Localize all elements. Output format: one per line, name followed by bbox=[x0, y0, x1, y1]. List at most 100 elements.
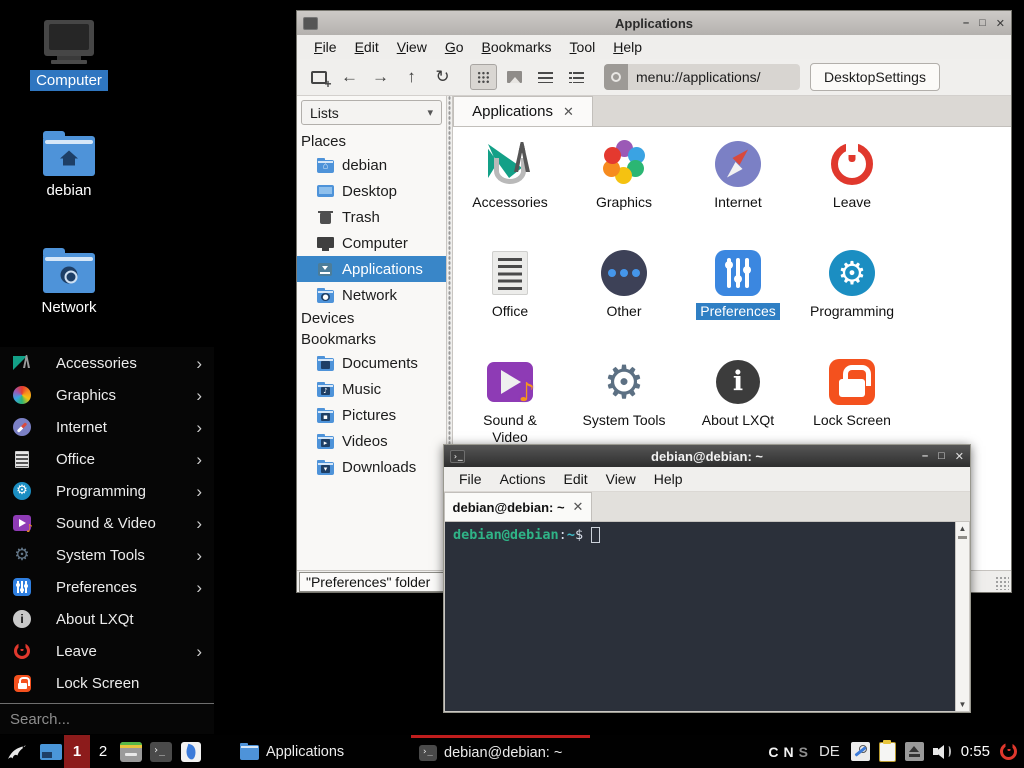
quicklaunch-file-manager[interactable] bbox=[116, 735, 146, 768]
numlock-indicator[interactable]: N bbox=[783, 744, 793, 760]
menu-search-input[interactable]: Search... bbox=[0, 704, 214, 734]
terminal-scrollbar[interactable]: ▲ ▼ bbox=[955, 522, 969, 711]
menu-item-programming[interactable]: ⚙ Programming › bbox=[0, 475, 214, 507]
sidebar-item-documents[interactable]: Documents bbox=[297, 350, 446, 376]
scrollbar-thumb[interactable] bbox=[958, 536, 967, 539]
menu-help[interactable]: Help bbox=[645, 471, 692, 487]
app-item-leave[interactable]: Leave bbox=[795, 136, 909, 245]
quicklaunch-featherpad[interactable] bbox=[176, 735, 206, 768]
menu-item-lock-screen[interactable]: Lock Screen bbox=[0, 667, 214, 699]
up-button[interactable]: ↑ bbox=[398, 64, 425, 90]
icon-view-button[interactable] bbox=[470, 64, 497, 90]
menu-go[interactable]: Go bbox=[436, 39, 473, 55]
terminal-titlebar[interactable]: ›_ debian@debian: ~ – □ ✕ bbox=[444, 445, 970, 467]
menu-edit[interactable]: Edit bbox=[346, 39, 388, 55]
clock[interactable]: 0:55 bbox=[961, 743, 990, 760]
detailed-view-button[interactable] bbox=[563, 64, 590, 90]
terminal-screen[interactable]: debian@debian:~$ ▲ ▼ bbox=[444, 522, 970, 712]
menu-actions[interactable]: Actions bbox=[491, 471, 555, 487]
minimize-button[interactable]: – bbox=[922, 450, 928, 463]
app-item-other[interactable]: Other bbox=[567, 245, 681, 354]
app-item-graphics[interactable]: Graphics bbox=[567, 136, 681, 245]
sidebar-item-trash[interactable]: Trash bbox=[297, 204, 446, 230]
screenshot-tray-icon[interactable] bbox=[851, 742, 870, 761]
app-item-office[interactable]: Office bbox=[453, 245, 567, 354]
menu-view[interactable]: View bbox=[597, 471, 645, 487]
desktop-icon-computer[interactable]: Computer bbox=[19, 20, 119, 91]
path-completion-item[interactable]: DesktopSettings bbox=[810, 63, 940, 91]
workspace-1-button[interactable]: 1 bbox=[64, 735, 90, 768]
app-item-accessories[interactable]: Accessories bbox=[453, 136, 567, 245]
scroll-up-icon[interactable]: ▲ bbox=[957, 524, 968, 533]
menu-file[interactable]: File bbox=[305, 39, 346, 55]
desktop-icon-debian[interactable]: debian bbox=[19, 136, 119, 201]
show-desktop-button[interactable] bbox=[38, 735, 64, 768]
back-button[interactable]: ← bbox=[336, 64, 363, 90]
menu-item-system-tools[interactable]: ⚙ System Tools › bbox=[0, 539, 214, 571]
programming-icon: ⚙ bbox=[12, 481, 32, 501]
new-tab-button[interactable] bbox=[305, 64, 332, 90]
menu-edit[interactable]: Edit bbox=[554, 471, 596, 487]
menu-item-internet[interactable]: Internet › bbox=[0, 411, 214, 443]
maximize-button[interactable]: □ bbox=[938, 450, 945, 463]
workspace-2-button[interactable]: 2 bbox=[90, 735, 116, 768]
quicklaunch-terminal[interactable]: ›_ bbox=[146, 735, 176, 768]
sidebar-item-videos[interactable]: ▸ Videos bbox=[297, 428, 446, 454]
sidebar-item-applications[interactable]: Applications bbox=[297, 256, 446, 282]
tab-applications[interactable]: Applications ✕ bbox=[453, 96, 593, 126]
app-item-preferences[interactable]: Preferences bbox=[681, 245, 795, 354]
maximize-button[interactable]: □ bbox=[979, 17, 986, 30]
menu-view[interactable]: View bbox=[388, 39, 436, 55]
sidebar-item-music[interactable]: ♪ Music bbox=[297, 376, 446, 402]
shutdown-button[interactable] bbox=[999, 742, 1018, 761]
resize-grip[interactable] bbox=[995, 576, 1009, 590]
menu-file[interactable]: File bbox=[450, 471, 491, 487]
menu-bookmarks[interactable]: Bookmarks bbox=[473, 39, 561, 55]
path-bar[interactable]: menu://applications/ bbox=[604, 64, 800, 90]
volume-icon[interactable] bbox=[933, 744, 952, 760]
menu-tool[interactable]: Tool bbox=[561, 39, 605, 55]
menu-help[interactable]: Help bbox=[604, 39, 651, 55]
scrolllock-indicator[interactable]: S bbox=[799, 744, 808, 760]
close-button[interactable]: ✕ bbox=[996, 17, 1005, 30]
window-title: Applications bbox=[297, 16, 1011, 31]
desktop-icon-network[interactable]: Network bbox=[19, 253, 119, 318]
menu-item-sound-video[interactable]: Sound & Video › bbox=[0, 507, 214, 539]
forward-button[interactable]: → bbox=[367, 64, 394, 90]
task-button-terminal[interactable]: ›_ debian@debian: ~ bbox=[411, 735, 590, 768]
tab-close-icon[interactable]: ✕ bbox=[563, 104, 574, 120]
menu-item-about-lxqt[interactable]: i About LXQt bbox=[0, 603, 214, 635]
menu-item-office[interactable]: Office › bbox=[0, 443, 214, 475]
app-item-programming[interactable]: ⚙ Programming bbox=[795, 245, 909, 354]
compact-view-button[interactable] bbox=[532, 64, 559, 90]
terminal-tab[interactable]: debian@debian: ~ ✕ bbox=[444, 492, 592, 521]
path-input[interactable]: menu://applications/ bbox=[628, 69, 769, 85]
tab-close-icon[interactable]: ✕ bbox=[573, 499, 584, 515]
close-button[interactable]: ✕ bbox=[955, 450, 964, 463]
lock-icon bbox=[12, 673, 32, 693]
reload-button[interactable]: ↻ bbox=[429, 64, 456, 90]
thumbnail-view-button[interactable] bbox=[501, 64, 528, 90]
menu-item-leave[interactable]: Leave › bbox=[0, 635, 214, 667]
sidebar-item-downloads[interactable]: ▾ Downloads bbox=[297, 454, 446, 480]
menu-item-accessories[interactable]: Accessories › bbox=[0, 347, 214, 379]
sidebar-item-network[interactable]: ● Network bbox=[297, 282, 446, 308]
app-item-label: Programming bbox=[806, 303, 898, 320]
removable-media-tray-icon[interactable] bbox=[905, 742, 924, 761]
file-manager-titlebar[interactable]: Applications – □ ✕ bbox=[297, 11, 1011, 35]
task-button-applications[interactable]: Applications bbox=[232, 735, 411, 768]
start-menu-button[interactable] bbox=[0, 735, 34, 768]
sidebar-item-computer[interactable]: Computer bbox=[297, 230, 446, 256]
keyboard-layout-indicator[interactable]: DE bbox=[819, 743, 840, 760]
capslock-indicator[interactable]: C bbox=[768, 744, 778, 760]
menu-item-graphics[interactable]: Graphics › bbox=[0, 379, 214, 411]
sidebar-item-pictures[interactable]: ▪ Pictures bbox=[297, 402, 446, 428]
menu-item-preferences[interactable]: Preferences › bbox=[0, 571, 214, 603]
clipboard-tray-icon[interactable] bbox=[879, 742, 896, 762]
app-item-internet[interactable]: Internet bbox=[681, 136, 795, 245]
sidebar-item-desktop[interactable]: Desktop bbox=[297, 178, 446, 204]
scroll-down-icon[interactable]: ▼ bbox=[957, 700, 968, 709]
sidebar-mode-select[interactable]: Lists ▾ bbox=[301, 100, 442, 125]
minimize-button[interactable]: – bbox=[963, 17, 969, 30]
sidebar-item-debian[interactable]: ⌂ debian bbox=[297, 152, 446, 178]
